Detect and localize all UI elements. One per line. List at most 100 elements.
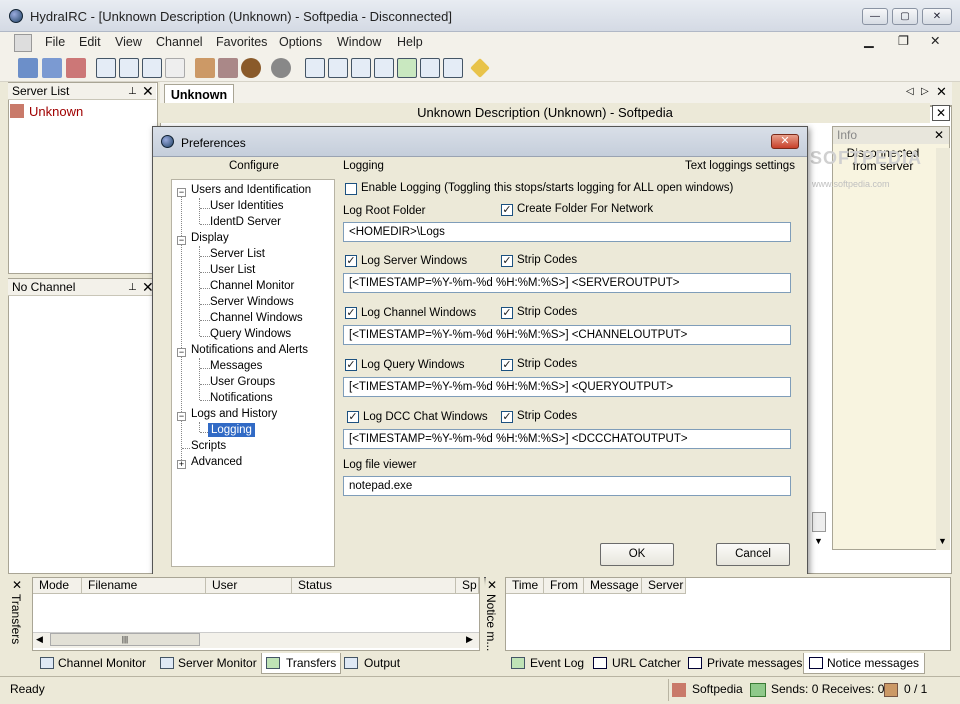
query-window-icon[interactable] [351, 58, 371, 78]
mdi-close-button[interactable]: ✕ [930, 33, 940, 48]
tree-item-server-list[interactable]: Server List [210, 248, 265, 260]
pin-icon[interactable]: ⊥ [128, 86, 137, 97]
tab-event-log[interactable]: Event Log [530, 656, 584, 670]
cascade-icon[interactable] [165, 58, 185, 78]
tree-item-identd-server[interactable]: IdentD Server [210, 216, 281, 228]
menu-channel[interactable]: Channel [156, 35, 203, 49]
tab-server-monitor[interactable]: Server Monitor [178, 656, 257, 670]
hscroll-thumb[interactable]: ||| [50, 633, 200, 646]
tree-collapse-icon[interactable]: − [177, 412, 186, 421]
tab-scroll-left-icon[interactable]: ◁ [906, 86, 914, 97]
notices-close-icon[interactable]: ✕ [487, 578, 497, 592]
tab-transfers[interactable]: Transfers [286, 656, 336, 670]
log-dcc-checkbox[interactable]: ✓ [347, 411, 359, 423]
highlight-icon[interactable] [470, 58, 490, 78]
column-header-server[interactable]: Server [642, 578, 686, 594]
column-header-speed[interactable]: Sp [456, 578, 479, 594]
options-icon[interactable] [271, 58, 291, 78]
tree-item-channel-monitor[interactable]: Channel Monitor [210, 280, 294, 292]
channel-header-close-button[interactable]: ✕ [932, 105, 950, 121]
reconnect-icon[interactable] [42, 58, 62, 78]
preferences-tree[interactable]: − Users and Identification User Identiti… [171, 179, 335, 567]
tree-collapse-icon[interactable]: − [177, 188, 186, 197]
column-header-message[interactable]: Message [584, 578, 642, 594]
info-close-icon[interactable]: ✕ [934, 128, 944, 142]
tree-collapse-icon[interactable]: − [177, 348, 186, 357]
scroll-left-icon[interactable]: ◀ [36, 634, 43, 645]
tree-item-advanced[interactable]: Advanced [191, 456, 242, 468]
tree-expand-icon[interactable]: + [177, 460, 186, 469]
tree-item-logging[interactable]: Logging [208, 423, 255, 437]
tree-item-logs-history[interactable]: Logs and History [191, 408, 277, 420]
tree-item-notifications-alerts[interactable]: Notifications and Alerts [191, 344, 308, 356]
column-header-mode[interactable]: Mode [33, 578, 82, 594]
mdi-window-icon[interactable] [14, 34, 32, 52]
tab-channel-monitor[interactable]: Channel Monitor [58, 656, 146, 670]
column-header-from[interactable]: From [544, 578, 584, 594]
column-header-user[interactable]: User [206, 578, 292, 594]
search-icon[interactable] [218, 58, 238, 78]
log-server-checkbox[interactable]: ✓ [345, 255, 357, 267]
tree-item-scripts[interactable]: Scripts [191, 440, 226, 452]
pin-icon[interactable]: ⊥ [128, 282, 137, 293]
log-viewer-input[interactable]: notepad.exe [343, 476, 791, 496]
tree-item-query-windows[interactable]: Query Windows [210, 328, 291, 340]
maximize-button[interactable]: ▢ [892, 8, 918, 25]
disconnect-icon[interactable] [66, 58, 86, 78]
info-scrollbar[interactable] [936, 148, 950, 550]
tab-close-icon[interactable]: ✕ [936, 84, 947, 100]
create-folder-checkbox[interactable]: ✓ [501, 204, 513, 216]
tree-item-server-windows[interactable]: Server Windows [210, 296, 294, 308]
log-channel-checkbox[interactable]: ✓ [345, 307, 357, 319]
scroll-right-icon[interactable]: ▶ [466, 634, 473, 645]
scroll-down-icon[interactable]: ▼ [814, 536, 823, 546]
tree-item-channel-windows[interactable]: Channel Windows [210, 312, 303, 324]
strip-codes-channel-checkbox[interactable]: ✓ [501, 307, 513, 319]
info-scroll-down-icon[interactable]: ▼ [938, 536, 947, 546]
minimize-button[interactable]: — [862, 8, 888, 25]
tile-icon[interactable] [142, 58, 162, 78]
column-header-filename[interactable]: Filename [82, 578, 206, 594]
tree-item-user-groups[interactable]: User Groups [210, 376, 275, 388]
favorites-icon[interactable] [241, 58, 261, 78]
tree-item-display[interactable]: Display [191, 232, 229, 244]
menu-edit[interactable]: Edit [79, 35, 101, 49]
cancel-button[interactable]: Cancel [716, 543, 790, 566]
channel-window-icon[interactable] [328, 58, 348, 78]
app-icon[interactable] [9, 9, 23, 23]
menu-favorites[interactable]: Favorites [216, 35, 267, 49]
connect-icon[interactable] [18, 58, 38, 78]
menu-options[interactable]: Options [279, 35, 322, 49]
log-window-icon[interactable] [420, 58, 440, 78]
tree-item-user-list[interactable]: User List [210, 264, 255, 276]
mdi-restore-button[interactable]: ❐ [898, 33, 909, 48]
tab-scroll-right-icon[interactable]: ▷ [921, 86, 929, 97]
log-server-format-input[interactable]: [<TIMESTAMP=%Y-%m-%d %H:%M:%S>] <SERVERO… [343, 273, 791, 293]
ok-button[interactable]: OK [600, 543, 674, 566]
tree-item-messages[interactable]: Messages [210, 360, 262, 372]
layout-icon[interactable] [96, 58, 116, 78]
tab-url-catcher[interactable]: URL Catcher [612, 656, 681, 670]
server-item-unknown[interactable]: Unknown [29, 104, 83, 119]
transfers-close-icon[interactable]: ✕ [12, 578, 22, 592]
tree-item-notifications[interactable]: Notifications [210, 392, 273, 404]
transfer-icon[interactable] [397, 58, 417, 78]
menu-view[interactable]: View [115, 35, 142, 49]
dcc-window-icon[interactable] [374, 58, 394, 78]
strip-codes-dcc-checkbox[interactable]: ✓ [501, 411, 513, 423]
split-icon[interactable] [119, 58, 139, 78]
dialog-close-button[interactable]: ✕ [771, 134, 799, 149]
channel-scrollbar-thumb[interactable] [812, 512, 826, 532]
tab-private-messages[interactable]: Private messages [707, 656, 802, 670]
log-query-format-input[interactable]: [<TIMESTAMP=%Y-%m-%d %H:%M:%S>] <QUERYOU… [343, 377, 791, 397]
close-icon[interactable]: ✕ [142, 84, 154, 98]
log-dcc-format-input[interactable]: [<TIMESTAMP=%Y-%m-%d %H:%M:%S>] <DCCCHAT… [343, 429, 791, 449]
strip-codes-query-checkbox[interactable]: ✓ [501, 359, 513, 371]
column-header-status[interactable]: Status [292, 578, 456, 594]
enable-logging-checkbox[interactable] [345, 183, 357, 195]
tab-notice-messages[interactable]: Notice messages [827, 656, 919, 670]
mdi-minimize-button[interactable]: ▁ [864, 33, 874, 48]
column-header-time[interactable]: Time [506, 578, 544, 594]
log-query-checkbox[interactable]: ✓ [345, 359, 357, 371]
users-icon[interactable] [195, 58, 215, 78]
